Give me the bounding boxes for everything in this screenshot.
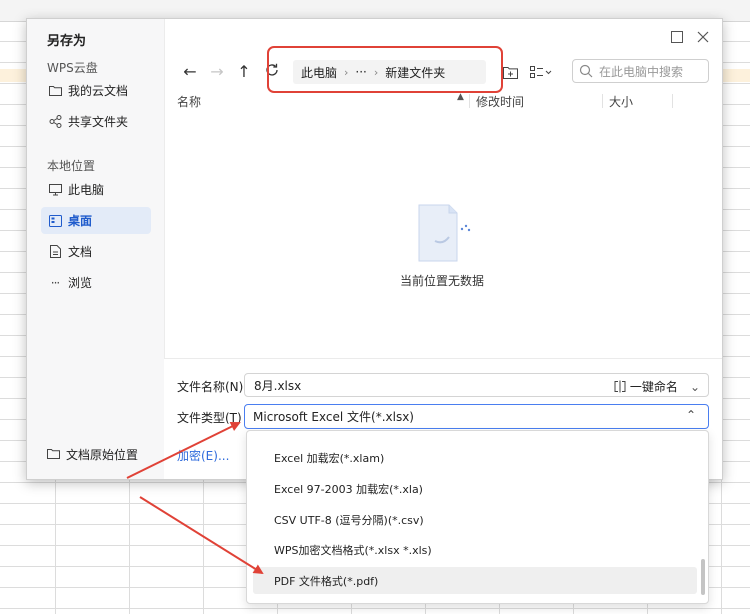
sidebar-item-label: 文档 [68, 245, 93, 259]
search-placeholder: 在此电脑中搜索 [599, 64, 684, 79]
original-location-button[interactable]: 文档原始位置 [47, 446, 138, 463]
wps-cloud-heading: WPS云盘 [47, 61, 98, 75]
view-options-icon[interactable] [530, 63, 552, 81]
up-arrow-icon[interactable]: ↑ [233, 61, 255, 83]
original-location-label: 文档原始位置 [66, 448, 139, 462]
dropdown-option-csv[interactable]: CSV UTF-8 (逗号分隔)(*.csv) [253, 506, 697, 533]
dropdown-option-xla[interactable]: Excel 97-2003 加载宏(*.xla) [253, 475, 697, 502]
encrypt-link[interactable]: 加密(E)... [177, 447, 229, 464]
rename-label: 一键命名 [629, 380, 678, 394]
local-location-heading: 本地位置 [47, 159, 96, 173]
close-icon[interactable] [696, 31, 710, 45]
maximize-icon[interactable] [670, 31, 684, 45]
empty-state-text: 当前位置无数据 [400, 274, 485, 288]
sidebar-item-label: 此电脑 [68, 183, 105, 197]
sidebar-item-this-pc[interactable]: 此电脑 [41, 176, 151, 203]
back-arrow-icon[interactable]: ← [179, 61, 201, 83]
column-divider [602, 94, 603, 108]
truncated-option [307, 431, 407, 432]
one-click-rename-button[interactable]: 一键命名 ⌄ [614, 378, 700, 395]
column-divider [672, 94, 673, 108]
sidebar-item-documents[interactable]: 文档 [41, 238, 151, 265]
sidebar-item-shared-folder[interactable]: 共享文件夹 [41, 108, 151, 135]
new-folder-icon[interactable] [503, 63, 518, 81]
file-name-label: 文件名称(N) [177, 380, 244, 394]
folder-icon [48, 84, 62, 98]
column-header-name[interactable]: 名称 [177, 93, 201, 110]
sidebar-item-desktop[interactable]: 桌面 [41, 207, 151, 234]
sidebar-item-label: 桌面 [68, 214, 93, 228]
file-type-dropdown: Excel 加载宏(*.xlam) Excel 97-2003 加载宏(*.xl… [246, 430, 709, 604]
sidebar-item-my-cloud-docs[interactable]: 我的云文档 [41, 77, 151, 104]
desktop-icon [48, 214, 62, 228]
annotation-highlight-box [267, 46, 503, 93]
sidebar-item-label: 浏览 [68, 276, 93, 290]
share-icon [48, 115, 62, 129]
empty-folder-icon [417, 201, 471, 266]
sidebar-item-label: 我的云文档 [68, 84, 129, 98]
monitor-icon [48, 183, 62, 197]
chevron-up-icon: ⌃ [685, 408, 696, 422]
file-type-select[interactable]: Microsoft Excel 文件(*.xlsx) ⌃ [244, 404, 709, 429]
sidebar-item-label: 共享文件夹 [68, 115, 129, 129]
forward-arrow-icon[interactable]: → [206, 61, 228, 83]
file-type-label: 文件类型(T) [177, 411, 242, 425]
column-header-size[interactable]: 大小 [609, 93, 633, 110]
rename-icon [614, 380, 626, 393]
folder-icon [47, 448, 60, 462]
file-type-value: Microsoft Excel 文件(*.xlsx) [253, 410, 414, 424]
dropdown-option-xlam[interactable]: Excel 加载宏(*.xlam) [253, 444, 697, 471]
dropdown-scrollbar[interactable] [701, 559, 705, 595]
more-icon: ··· [50, 275, 60, 290]
sidebar-item-browse[interactable]: ··· 浏览 [41, 269, 151, 296]
file-name-value: 8月.xlsx [254, 378, 302, 393]
dropdown-option-pdf[interactable]: PDF 文件格式(*.pdf) [253, 567, 697, 594]
dialog-title: 另存为 [47, 34, 87, 49]
search-icon [579, 64, 593, 78]
search-input[interactable]: 在此电脑中搜索 [572, 59, 709, 83]
document-icon [48, 245, 62, 259]
dialog-sidebar: 另存为 WPS云盘 我的云文档 共享文件夹 本地位置 此电脑 桌面 文档 ···… [27, 19, 165, 479]
column-divider [469, 94, 470, 108]
dropdown-option-wps-encrypted[interactable]: WPS加密文档格式(*.xlsx *.xls) [253, 536, 697, 563]
file-name-input[interactable]: 8月.xlsx 一键命名 ⌄ [244, 373, 709, 397]
chevron-down-icon: ⌄ [689, 379, 700, 394]
column-header-modified[interactable]: 修改时间 [476, 93, 524, 110]
sort-ascending-icon[interactable]: ▲ [457, 92, 464, 102]
